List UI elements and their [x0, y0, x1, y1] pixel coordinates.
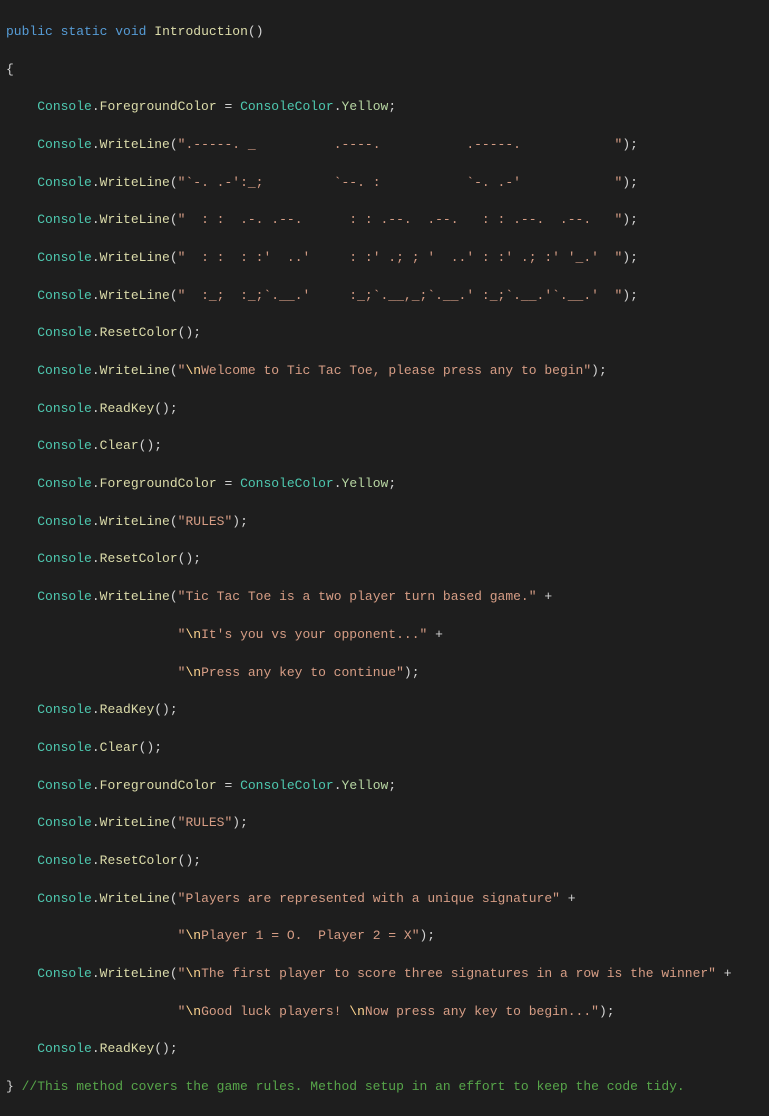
enum-value-yellow: Yellow	[342, 99, 389, 114]
code-line: Console.WriteLine("`-. .-':_; `--. : `-.…	[6, 174, 769, 193]
code-line: public static void Introduction()	[6, 23, 769, 42]
code-line: Console.Clear();	[6, 437, 769, 456]
code-line: Console.WriteLine(".-----. _ .----. .---…	[6, 136, 769, 155]
code-line: Console.ForegroundColor = ConsoleColor.Y…	[6, 777, 769, 796]
code-line: Console.Clear();	[6, 739, 769, 758]
close-brace: }	[6, 1079, 14, 1094]
code-line: {	[6, 61, 769, 80]
keyword-public: public	[6, 24, 53, 39]
code-line: Console.ForegroundColor = ConsoleColor.Y…	[6, 475, 769, 494]
code-line: Console.WriteLine("Tic Tac Toe is a two …	[6, 588, 769, 607]
code-line: "\nIt's you vs your opponent..." +	[6, 626, 769, 645]
code-line: Console.ResetColor();	[6, 852, 769, 871]
string-rules: "RULES"	[178, 514, 233, 529]
string-ascii-art-3: " : : .-. .--. : : .--. .--. : : .--. .-…	[178, 212, 623, 227]
code-line: Console.WriteLine("RULES");	[6, 814, 769, 833]
keyword-static: static	[61, 24, 108, 39]
method-name: Introduction	[154, 24, 248, 39]
string-itsyou: It's you vs your opponent..."	[201, 627, 427, 642]
escape-newline: \n	[185, 363, 201, 378]
code-line: Console.WriteLine("RULES");	[6, 513, 769, 532]
code-line: } //This method covers the game rules. M…	[6, 1078, 769, 1097]
string-ascii-art-4: " : : : :' ..' : :' .; ; ' ..' : :' .; :…	[178, 250, 623, 265]
code-line: Console.ResetColor();	[6, 324, 769, 343]
code-line: "\nPlayer 1 = O. Player 2 = X");	[6, 927, 769, 946]
enum-consolecolor: ConsoleColor	[240, 99, 334, 114]
code-line: Console.ForegroundColor = ConsoleColor.Y…	[6, 98, 769, 117]
code-line: Console.ReadKey();	[6, 701, 769, 720]
string-goodluck: Now press any key to begin..."	[365, 1004, 599, 1019]
code-line: Console.WriteLine("\nWelcome to Tic Tac …	[6, 362, 769, 381]
code-line: Console.WriteLine("\nThe first player to…	[6, 965, 769, 984]
property-fgcolor: ForegroundColor	[100, 99, 217, 114]
string-player-assign: Player 1 = O. Player 2 = X"	[201, 928, 419, 943]
string-ascii-art-1: ".-----. _ .----. .-----. "	[178, 137, 623, 152]
string-ascii-art-5: " :_; :_;`.__.' :_;`.__,_;`.__.' :_;`.__…	[178, 288, 623, 303]
code-line: "\nPress any key to continue");	[6, 664, 769, 683]
string-twoplayer: "Tic Tac Toe is a two player turn based …	[178, 589, 537, 604]
code-line: Console.WriteLine(" : : : :' ..' : :' .;…	[6, 249, 769, 268]
code-line: Console.ReadKey();	[6, 1040, 769, 1059]
class-console: Console	[37, 99, 92, 114]
code-line: Console.WriteLine(" :_; :_;`.__.' :_;`._…	[6, 287, 769, 306]
code-line: Console.ReadKey();	[6, 400, 769, 419]
string-players-rep: "Players are represented with a unique s…	[178, 891, 560, 906]
code-line: Console.WriteLine(" : : .-. .--. : : .--…	[6, 211, 769, 230]
open-brace: {	[6, 62, 14, 77]
string-pressany: Press any key to continue"	[201, 665, 404, 680]
string-ascii-art-2: "`-. .-':_; `--. : `-. .-' "	[178, 175, 623, 190]
string-firstplayer: The first player to score three signatur…	[201, 966, 716, 981]
parens: ()	[248, 24, 264, 39]
code-line: "\nGood luck players! \nNow press any ke…	[6, 1003, 769, 1022]
code-line: Console.WriteLine("Players are represent…	[6, 890, 769, 909]
comment: //This method covers the game rules. Met…	[22, 1079, 685, 1094]
string-welcome: Welcome to Tic Tac Toe, please press any…	[201, 363, 591, 378]
keyword-void: void	[115, 24, 146, 39]
